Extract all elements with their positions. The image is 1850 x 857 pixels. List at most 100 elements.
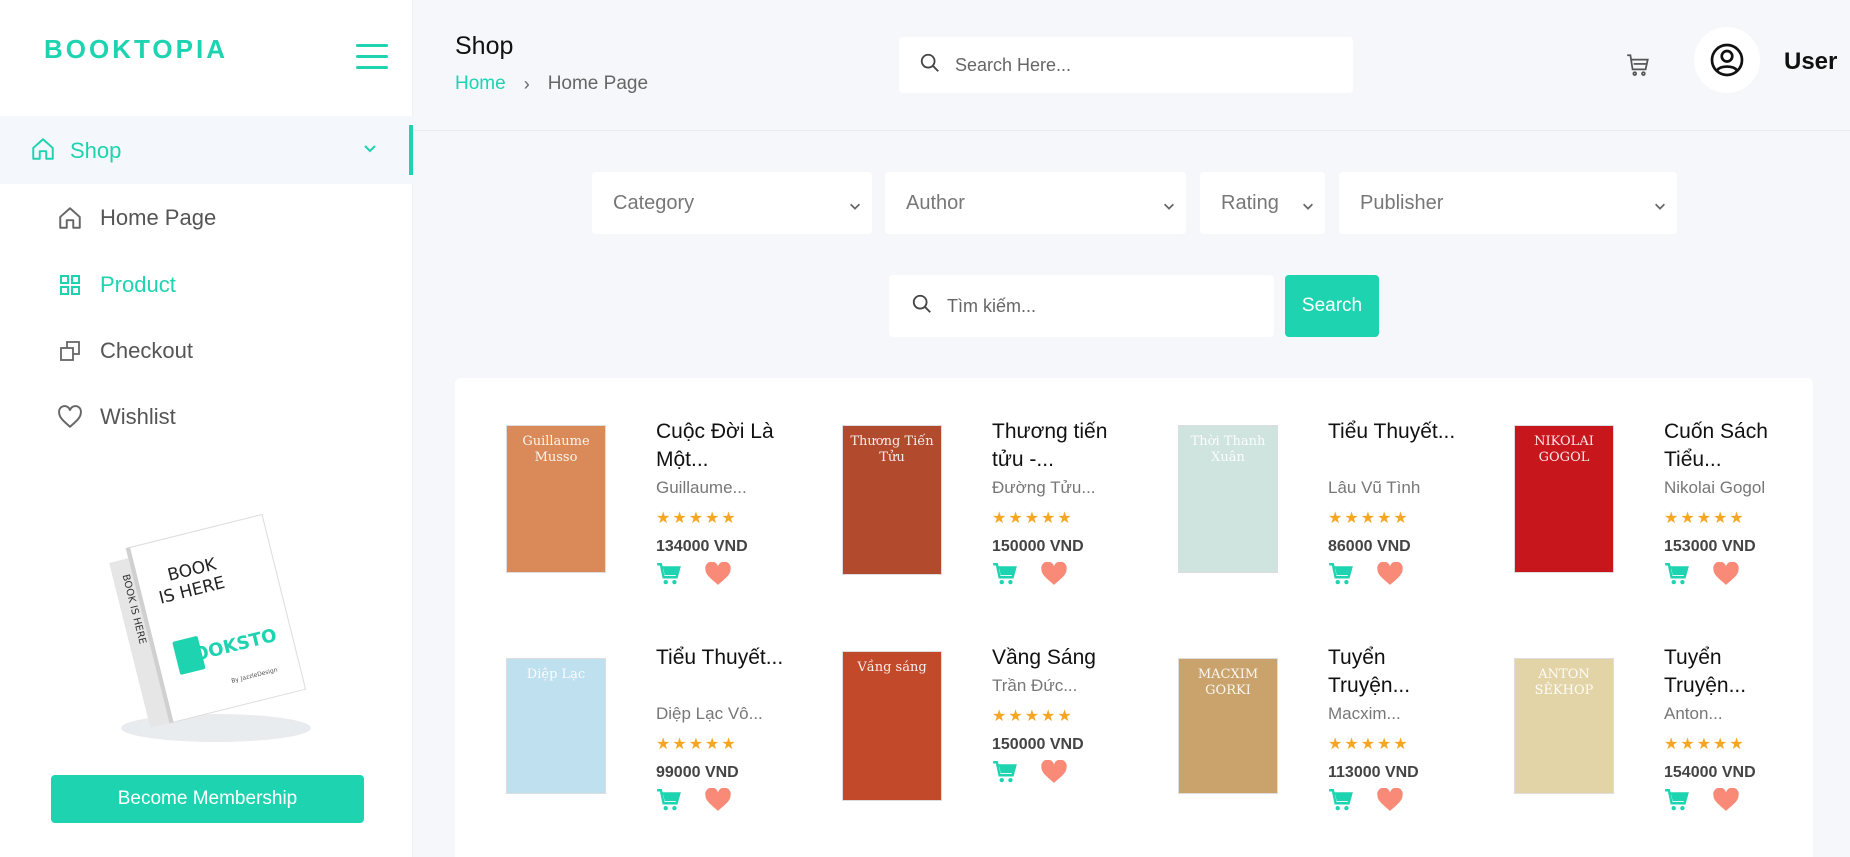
rating-stars: ★★★★★	[992, 510, 1074, 527]
rating-stars: ★★★★★	[656, 510, 738, 527]
product-title[interactable]: Vầng Sáng	[992, 644, 1122, 672]
cover-text: Thời Thanh Xuân	[1190, 434, 1266, 465]
book-cover-image[interactable]: Vầng sáng	[842, 651, 942, 801]
add-to-cart-icon[interactable]	[1328, 788, 1354, 812]
product-card[interactable]: ANTON SÊKHOP Tuyển Truyện... Anton... ★★★★★…	[1514, 644, 1844, 844]
add-to-cart-icon[interactable]	[656, 788, 682, 812]
product-author: Macxim...	[1328, 704, 1401, 723]
publisher-select[interactable]: Publisher	[1339, 172, 1677, 234]
search-icon	[919, 52, 941, 79]
author-select[interactable]: Author	[885, 172, 1186, 234]
product-actions	[656, 788, 786, 812]
cover-text: Vầng sáng	[857, 660, 927, 675]
add-to-cart-icon[interactable]	[1664, 562, 1690, 586]
category-select[interactable]: Category	[592, 172, 872, 234]
product-author: Guillaume...	[656, 478, 747, 497]
product-actions	[656, 562, 786, 586]
cover-text: Thương Tiến Tửu	[850, 434, 934, 465]
become-membership-button[interactable]: Become Membership	[51, 775, 364, 823]
menu-toggle-icon[interactable]	[356, 44, 388, 70]
home-icon	[56, 204, 84, 232]
product-title[interactable]: Cuốn Sách Tiểu...	[1664, 418, 1794, 474]
product-card[interactable]: Thương Tiến Tửu Thương tiến tửu -... Đường…	[842, 418, 1172, 618]
wishlist-heart-icon[interactable]	[1712, 562, 1740, 586]
add-to-cart-icon[interactable]	[1664, 788, 1690, 812]
book-cover-image[interactable]: NIKOLAI GOGOL	[1514, 425, 1614, 573]
rating-stars: ★★★★★	[1328, 510, 1410, 527]
wishlist-heart-icon[interactable]	[1376, 562, 1404, 586]
header: Shop Home › Home Page User	[414, 0, 1850, 131]
book-cover-image[interactable]: Diệp Lạc	[506, 658, 606, 794]
product-title[interactable]: Tuyển Truyện...	[1664, 644, 1794, 700]
book-cover-image[interactable]: Thương Tiến Tửu	[842, 425, 942, 575]
add-to-cart-icon[interactable]	[992, 562, 1018, 586]
sidebar-item-product[interactable]: Product	[56, 265, 386, 305]
book-cover-image[interactable]: Guillaume Musso	[506, 425, 606, 573]
add-to-cart-icon[interactable]	[1328, 562, 1354, 586]
search-button[interactable]: Search	[1285, 275, 1379, 337]
sidebar-item-shop[interactable]: Shop	[0, 116, 413, 184]
sidebar-item-wishlist[interactable]: Wishlist	[56, 397, 386, 437]
add-to-cart-icon[interactable]	[992, 760, 1018, 784]
cover-text: MACXIM GORKI	[1197, 667, 1259, 698]
rating-select[interactable]: Rating	[1200, 172, 1325, 234]
product-price: 99000 VND	[656, 764, 739, 781]
avatar[interactable]	[1694, 27, 1760, 93]
product-card[interactable]: NIKOLAI GOGOL Cuốn Sách Tiểu... Nikolai Go…	[1514, 418, 1844, 618]
product-title[interactable]: Tiểu Thuyết...	[656, 644, 786, 700]
sidebar: BOOKTOPIA Shop Home Page Product Checkou…	[0, 0, 413, 857]
book-cover-image[interactable]: MACXIM GORKI	[1178, 658, 1278, 794]
sidebar-item-home-page[interactable]: Home Page	[56, 198, 386, 238]
book-cover-image[interactable]: ANTON SÊKHOP	[1514, 658, 1614, 794]
wishlist-heart-icon[interactable]	[1040, 760, 1068, 784]
product-card[interactable]: Thời Thanh Xuân Tiểu Thuyết... Lâu Vũ Tình…	[1178, 418, 1508, 618]
chevron-down-icon[interactable]	[362, 140, 378, 161]
product-title[interactable]: Thương tiến tửu -...	[992, 418, 1122, 474]
rating-stars: ★★★★★	[992, 708, 1074, 725]
sidebar-item-label: Home Page	[100, 205, 217, 230]
cart-icon[interactable]	[1625, 52, 1651, 83]
product-actions	[1664, 562, 1794, 586]
rating-stars: ★★★★★	[656, 736, 738, 753]
wishlist-heart-icon[interactable]	[1040, 562, 1068, 586]
product-search-input[interactable]	[947, 295, 1267, 317]
cover-text: NIKOLAI GOGOL	[1534, 434, 1594, 465]
active-indicator	[409, 125, 413, 175]
rating-select-label: Rating	[1221, 191, 1279, 214]
add-to-cart-icon[interactable]	[656, 562, 682, 586]
book-cover-image[interactable]: Thời Thanh Xuân	[1178, 425, 1278, 573]
sidebar-item-checkout[interactable]: Checkout	[56, 331, 386, 371]
wishlist-heart-icon[interactable]	[1376, 788, 1404, 812]
grid-icon	[56, 271, 84, 299]
product-author: Trần Đức...	[992, 676, 1078, 695]
user-name[interactable]: User	[1784, 48, 1837, 76]
product-actions	[1664, 788, 1794, 812]
cover-text: ANTON SÊKHOP	[1534, 667, 1594, 698]
wishlist-heart-icon[interactable]	[704, 562, 732, 586]
header-search-input[interactable]	[955, 54, 1335, 76]
product-title[interactable]: Tuyển Truyện...	[1328, 644, 1458, 700]
product-info: Tuyển Truyện... Anton... ★★★★★ 154000 VND	[1664, 644, 1794, 812]
breadcrumb-home-link[interactable]: Home	[455, 73, 506, 95]
product-card[interactable]: Guillaume Musso Cuộc Đời Là Một... Guillau…	[506, 418, 836, 618]
product-info: Tiểu Thuyết... Lâu Vũ Tình ★★★★★ 86000 VND	[1328, 418, 1458, 586]
product-title[interactable]: Tiểu Thuyết...	[1328, 418, 1458, 474]
cover-text: Diệp Lạc	[526, 667, 586, 682]
chevron-down-icon	[1162, 196, 1176, 219]
product-card[interactable]: Vầng sáng Vầng Sáng Trần Đức... ★★★★★ 150000…	[842, 644, 1172, 844]
wishlist-heart-icon[interactable]	[1712, 788, 1740, 812]
product-title[interactable]: Cuộc Đời Là Một...	[656, 418, 786, 474]
product-author: Nikolai Gogol	[1664, 478, 1766, 497]
wishlist-heart-icon[interactable]	[704, 788, 732, 812]
search-icon	[911, 293, 933, 320]
product-actions	[1328, 788, 1458, 812]
product-author: Lâu Vũ Tình	[1328, 478, 1421, 497]
author-select-label: Author	[906, 191, 965, 214]
product-card[interactable]: MACXIM GORKI Tuyển Truyện... Macxim... ★★★★…	[1178, 644, 1508, 844]
product-card[interactable]: Diệp Lạc Tiểu Thuyết... Diệp Lạc Vô... ★★★★…	[506, 644, 836, 844]
sidebar-item-label: Shop	[70, 138, 122, 163]
product-price: 150000 VND	[992, 538, 1084, 555]
product-actions	[992, 562, 1122, 586]
sidebar-item-label: Product	[100, 272, 176, 297]
brand-logo[interactable]: BOOKTOPIA	[44, 34, 228, 65]
